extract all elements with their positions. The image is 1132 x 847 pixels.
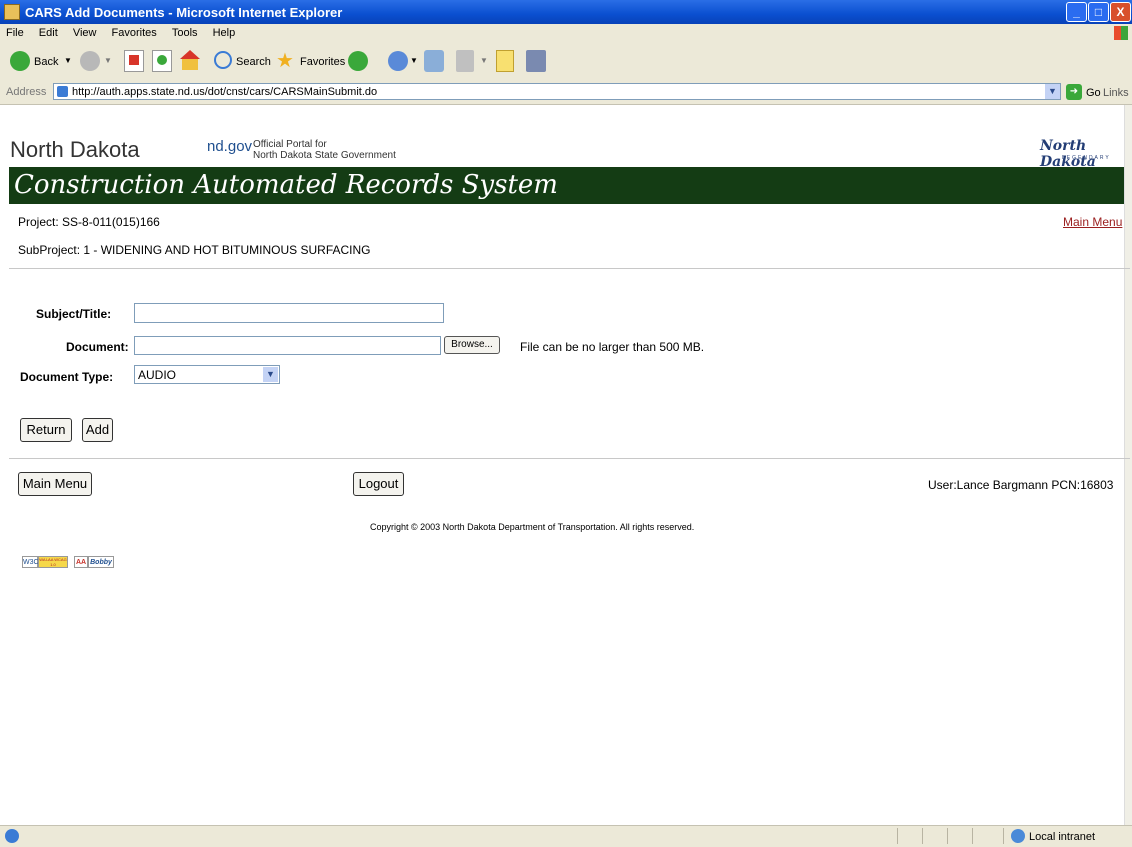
browser-toolbar: Back ▼ ▼ Search ★ Favorites ▼ ▼ [0, 42, 1132, 81]
document-input[interactable] [134, 336, 441, 355]
legendary-logo: North Dakota [1040, 138, 1096, 170]
address-bar: Address http://auth.apps.state.nd.us/dot… [0, 80, 1132, 105]
forward-dropdown-icon[interactable]: ▼ [104, 56, 112, 65]
vertical-scrollbar[interactable] [1124, 105, 1132, 825]
portal-tagline: Official Portal for North Dakota State G… [253, 139, 396, 161]
go-button[interactable]: Go [1086, 87, 1101, 99]
address-label: Address [6, 86, 47, 98]
divider [9, 268, 1130, 269]
window-title: CARS Add Documents - Microsoft Internet … [25, 5, 343, 20]
page-status-icon [5, 829, 19, 843]
edit-dropdown-icon[interactable]: ▼ [480, 56, 488, 65]
menu-tools[interactable]: Tools [172, 27, 198, 39]
menu-view[interactable]: View [73, 27, 97, 39]
menu-bar: File Edit View Favorites Tools Help [0, 24, 1132, 43]
discuss-icon[interactable] [496, 50, 514, 72]
refresh-icon[interactable] [152, 50, 172, 72]
main-menu-link[interactable]: Main Menu [1063, 215, 1122, 229]
menu-edit[interactable]: Edit [39, 27, 58, 39]
subject-input[interactable] [134, 303, 444, 323]
favorites-button[interactable]: Favorites [300, 56, 345, 68]
w3c-badge: W3C [22, 556, 39, 568]
copyright-text: Copyright © 2003 North Dakota Department… [370, 522, 695, 532]
windows-flag-icon [1114, 26, 1128, 40]
security-zone: Local intranet [1029, 831, 1096, 843]
address-dropdown-icon[interactable]: ▼ [1045, 84, 1060, 99]
status-separator [1003, 828, 1004, 844]
status-separator [947, 828, 948, 844]
go-arrow-icon[interactable]: ➜ [1066, 84, 1082, 100]
media-icon[interactable] [348, 51, 368, 71]
links-button[interactable]: Links [1103, 87, 1129, 99]
search-button[interactable]: Search [236, 56, 271, 68]
portal-tagline-line2: North Dakota State Government [253, 150, 396, 161]
history-dropdown-icon[interactable]: ▼ [410, 56, 418, 65]
status-bar: Local intranet [0, 825, 1132, 847]
status-separator [922, 828, 923, 844]
status-separator [897, 828, 898, 844]
state-name: North Dakota [10, 137, 140, 162]
project-line: Project: SS-8-011(015)166 [18, 215, 160, 229]
local-intranet-icon [1011, 829, 1025, 843]
history-icon[interactable] [388, 51, 408, 71]
divider [9, 458, 1130, 459]
search-icon[interactable] [214, 51, 232, 69]
cars-banner: Construction Automated Records System [9, 167, 1130, 204]
legendary-logo-sub: LEGENDARY [1062, 155, 1111, 161]
document-type-label: Document Type: [20, 370, 114, 384]
page-icon [57, 86, 68, 97]
portal-tagline-line1: Official Portal for [253, 139, 327, 150]
edit-icon[interactable] [456, 50, 474, 72]
document-type-value: AUDIO [138, 368, 177, 382]
aa-badge: AA [74, 556, 88, 568]
menu-file[interactable]: File [6, 27, 24, 39]
portal-header [0, 105, 1132, 167]
window-titlebar: CARS Add Documents - Microsoft Internet … [0, 0, 1132, 24]
close-button[interactable]: X [1110, 2, 1131, 22]
ie-app-icon [4, 4, 20, 20]
return-button[interactable]: Return [20, 418, 72, 442]
research-icon[interactable] [526, 50, 546, 72]
ndgov-logo: nd.gov [207, 138, 253, 155]
add-button[interactable]: Add [82, 418, 113, 442]
footer-main-menu-button[interactable]: Main Menu [18, 472, 92, 496]
subject-label: Subject/Title: [36, 307, 112, 321]
home-icon[interactable] [180, 50, 202, 72]
menu-help[interactable]: Help [213, 27, 236, 39]
bobby-badge: Bobby [88, 556, 114, 568]
document-type-select[interactable]: AUDIO ▼ [134, 365, 280, 384]
logout-button[interactable]: Logout [353, 472, 404, 496]
favorites-star-icon[interactable]: ★ [276, 48, 294, 73]
browse-button[interactable]: Browse... [444, 336, 500, 354]
address-field[interactable]: http://auth.apps.state.nd.us/dot/cnst/ca… [53, 83, 1061, 100]
address-url[interactable]: http://auth.apps.state.nd.us/dot/cnst/ca… [72, 86, 377, 98]
subproject-line: SubProject: 1 - WIDENING AND HOT BITUMIN… [18, 243, 371, 257]
back-dropdown-icon[interactable]: ▼ [64, 56, 72, 65]
wai-aa-badge: WAI-AA WCAG 1.0 [38, 556, 68, 568]
minimize-button[interactable]: _ [1066, 2, 1087, 22]
maximize-button[interactable]: □ [1088, 2, 1109, 22]
menu-favorites[interactable]: Favorites [112, 27, 157, 39]
stop-icon[interactable] [124, 50, 144, 72]
back-button[interactable]: Back [34, 56, 58, 68]
user-info: User:Lance Bargmann PCN:16803 [928, 478, 1114, 492]
status-separator [972, 828, 973, 844]
back-arrow-icon[interactable] [10, 51, 30, 71]
chevron-down-icon[interactable]: ▼ [263, 367, 278, 382]
banner-title: Construction Automated Records System [14, 170, 558, 200]
document-label: Document: [66, 340, 129, 354]
forward-arrow-icon[interactable] [80, 51, 100, 71]
file-size-note: File can be no larger than 500 MB. [520, 340, 705, 354]
print-icon[interactable] [424, 50, 444, 72]
